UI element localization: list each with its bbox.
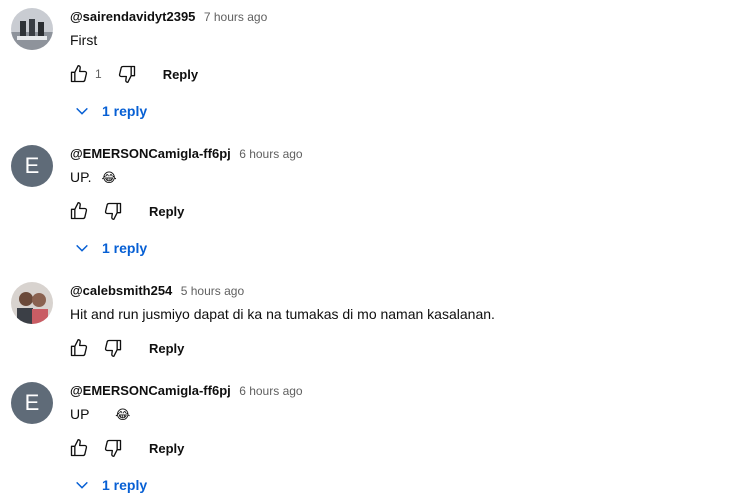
comment-header: @EMERSONCamigla-ff6pj 6 hours ago bbox=[70, 145, 303, 163]
thumbs-up-icon bbox=[70, 439, 88, 457]
comment-header: @sairendavidyt2395 7 hours ago bbox=[70, 8, 267, 26]
comment-text: Hit and run jusmiyo dapat di ka na tumak… bbox=[70, 306, 495, 322]
thumbs-down-icon bbox=[104, 339, 122, 357]
avatar[interactable]: E bbox=[11, 145, 53, 187]
view-replies-button[interactable]: 1 reply bbox=[74, 237, 147, 259]
comment-author[interactable]: @EMERSONCamigla-ff6pj bbox=[70, 146, 231, 161]
reply-button[interactable]: Reply bbox=[149, 341, 184, 356]
view-replies-button[interactable]: 1 reply bbox=[74, 474, 147, 496]
like-count: 1 bbox=[95, 67, 102, 81]
comment-text: First bbox=[70, 32, 98, 48]
reply-button[interactable]: Reply bbox=[149, 441, 184, 456]
comment-header: @calebsmith254 5 hours ago bbox=[70, 282, 244, 300]
comment-time[interactable]: 7 hours ago bbox=[204, 10, 267, 24]
comment-time[interactable]: 5 hours ago bbox=[181, 284, 244, 298]
thumbs-down-icon bbox=[104, 202, 122, 220]
like-button[interactable] bbox=[68, 200, 90, 222]
comment-author[interactable]: @calebsmith254 bbox=[70, 283, 172, 298]
dislike-button[interactable] bbox=[116, 63, 138, 85]
comment-text-content: UP. bbox=[70, 169, 92, 185]
view-replies-button[interactable]: 1 reply bbox=[74, 100, 147, 122]
comment-time[interactable]: 6 hours ago bbox=[239, 384, 302, 398]
like-button[interactable] bbox=[68, 63, 90, 85]
comment-actions: Reply bbox=[68, 436, 184, 460]
avatar[interactable] bbox=[11, 8, 53, 50]
comment-text: UP. 😂 bbox=[70, 169, 117, 186]
thumbs-up-icon bbox=[70, 339, 88, 357]
comment-text: UP 😂 bbox=[70, 406, 130, 423]
comment-author[interactable]: @EMERSONCamigla-ff6pj bbox=[70, 383, 231, 398]
replies-count-label: 1 reply bbox=[102, 477, 148, 493]
dislike-button[interactable] bbox=[102, 337, 124, 359]
like-button[interactable] bbox=[68, 337, 90, 359]
comment-author[interactable]: @sairendavidyt2395 bbox=[70, 9, 195, 24]
avatar-letter: E bbox=[24, 153, 40, 178]
dislike-button[interactable] bbox=[102, 437, 124, 459]
avatar-photo-icon bbox=[11, 282, 53, 324]
avatar[interactable]: E bbox=[11, 382, 53, 424]
comment-actions: 1 Reply bbox=[68, 62, 198, 86]
chevron-down-icon bbox=[76, 107, 88, 115]
thumbs-up-icon bbox=[70, 202, 88, 220]
avatar-letter: E bbox=[24, 390, 40, 415]
comment-text-content: UP bbox=[70, 406, 90, 422]
chevron-down-icon bbox=[76, 244, 88, 252]
comment-actions: Reply bbox=[68, 336, 184, 360]
thumbs-up-icon bbox=[70, 65, 88, 83]
replies-count-label: 1 reply bbox=[102, 240, 148, 256]
laughing-emoji: 😂 bbox=[101, 170, 117, 185]
thumbs-down-icon bbox=[118, 65, 135, 84]
comment-time[interactable]: 6 hours ago bbox=[239, 147, 302, 161]
chevron-down-icon bbox=[76, 481, 88, 489]
comment-actions: Reply bbox=[68, 199, 184, 223]
reply-button[interactable]: Reply bbox=[163, 67, 198, 82]
replies-count-label: 1 reply bbox=[102, 103, 148, 119]
reply-button[interactable]: Reply bbox=[149, 204, 184, 219]
avatar[interactable] bbox=[11, 282, 53, 324]
comment-header: @EMERSONCamigla-ff6pj 6 hours ago bbox=[70, 382, 303, 400]
thumbs-down-icon bbox=[104, 439, 122, 457]
like-button[interactable] bbox=[68, 437, 90, 459]
avatar-photo-icon bbox=[11, 8, 53, 50]
laughing-emoji: 😂 bbox=[115, 407, 131, 422]
dislike-button[interactable] bbox=[102, 200, 124, 222]
